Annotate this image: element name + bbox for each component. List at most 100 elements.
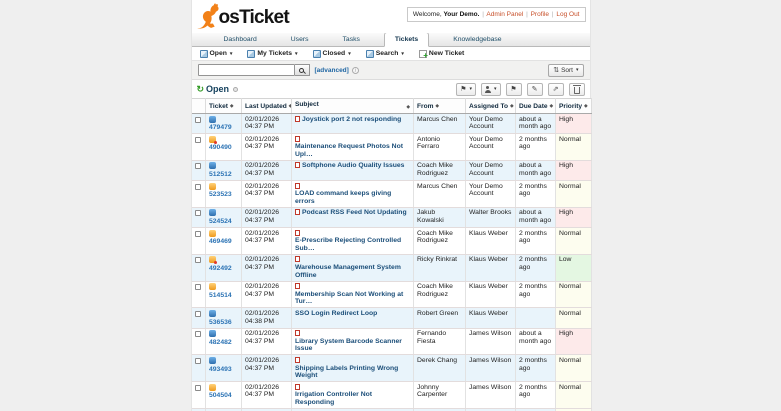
ticket-link[interactable]: 536536 xyxy=(209,319,232,326)
subnav-closed[interactable]: Closed ▾ xyxy=(312,49,351,58)
row-checkbox[interactable] xyxy=(194,210,201,217)
subject-link[interactable]: E-Prescribe Rejecting Controlled Sub… xyxy=(295,237,410,252)
due-date-cell: 2 months ago xyxy=(515,180,556,208)
subject-link[interactable]: SSO Login Redirect Loop xyxy=(295,310,377,318)
row-checkbox[interactable] xyxy=(194,310,201,317)
subject-link[interactable]: Softphone Audio Quality Issues xyxy=(302,162,404,170)
attachment-icon xyxy=(295,256,300,263)
search-button[interactable] xyxy=(294,64,310,76)
delete-button[interactable] xyxy=(568,82,585,96)
subject-link[interactable]: Warehouse Management System Offline xyxy=(295,264,410,279)
ticket-link[interactable]: 504504 xyxy=(209,392,232,399)
overdue-flag-button[interactable]: ⚑ xyxy=(505,82,522,96)
main-nav-tabs: Dashboard Users Tasks Tickets Knowledgeb… xyxy=(191,32,590,47)
subject-link[interactable]: Podcast RSS Feed Not Updating xyxy=(302,209,407,217)
subnav-my-tickets[interactable]: My Tickets ▾ xyxy=(247,49,298,58)
ticket-link[interactable]: 479479 xyxy=(209,124,232,131)
row-checkbox[interactable] xyxy=(194,331,201,338)
from-cell: Derek Chang xyxy=(413,354,466,383)
ticket-link[interactable]: 493493 xyxy=(209,366,232,373)
col-subject[interactable]: Subject ◆ xyxy=(291,98,414,114)
tab-users[interactable]: Users xyxy=(281,33,319,46)
assigned-to-cell: Your Demo Account xyxy=(465,133,516,161)
col-ticket[interactable]: Ticket ◆ xyxy=(205,98,242,114)
profile-link[interactable]: Profile xyxy=(531,11,549,18)
subject-link[interactable]: Irrigation Controller Not Responding xyxy=(295,391,410,406)
ticket-row: 482482 02/01/2026 04:37 PM Library System … xyxy=(191,328,592,356)
due-date-cell: 2 months ago xyxy=(515,281,556,309)
refresh-icon[interactable]: ↻ xyxy=(197,84,205,94)
ticket-link[interactable]: 523523 xyxy=(209,191,232,198)
row-checkbox[interactable] xyxy=(194,116,201,123)
subject-link[interactable]: Shipping Labels Printing Wrong Weight xyxy=(295,365,410,380)
search-input[interactable] xyxy=(197,64,295,76)
subject-link[interactable]: Joystick port 2 not responding xyxy=(302,116,401,124)
kangaroo-logo-icon xyxy=(196,3,219,29)
subnav-new-ticket[interactable]: New Ticket xyxy=(418,49,464,60)
col-subject-label: Subject xyxy=(295,101,319,108)
subnav-search-label: Search xyxy=(375,50,399,57)
subject-link[interactable]: Membership Scan Not Working at Tur… xyxy=(295,291,410,306)
subject-link[interactable]: LOAD command keeps giving errors xyxy=(295,190,410,205)
checkbox-cell xyxy=(191,254,206,282)
queue-config-icon[interactable] xyxy=(233,86,239,92)
row-checkbox[interactable] xyxy=(194,183,201,190)
row-checkbox[interactable] xyxy=(194,257,201,264)
col-assigned-to[interactable]: Assigned To ◆ xyxy=(465,98,516,114)
subnav-search[interactable]: Search ▾ xyxy=(365,49,404,58)
last-updated-cell: 02/01/2026 04:37 PM xyxy=(241,207,292,229)
ticket-link[interactable]: 482482 xyxy=(209,339,232,346)
ticket-cell: 514514 xyxy=(205,281,242,309)
subnav-closed-label: Closed xyxy=(322,50,346,57)
subject-link[interactable]: Maintenance Request Photos Not Upl… xyxy=(295,143,410,158)
col-priority[interactable]: Priority ◆ xyxy=(555,98,592,114)
tab-tasks[interactable]: Tasks xyxy=(333,33,370,46)
attachment-icon xyxy=(295,229,300,236)
col-due-date[interactable]: Due Date ◆ xyxy=(515,98,556,114)
subnav-open-label: Open xyxy=(209,50,227,57)
row-checkbox[interactable] xyxy=(194,357,201,364)
ticket-link[interactable]: 469469 xyxy=(209,238,232,245)
last-updated-cell: 02/01/2026 04:37 PM xyxy=(241,113,292,135)
row-checkbox[interactable] xyxy=(194,163,201,170)
logout-link[interactable]: Log Out xyxy=(556,11,579,18)
attachment-icon xyxy=(295,182,300,189)
row-checkbox[interactable] xyxy=(194,136,201,143)
ticket-state-icon-orange-red xyxy=(209,256,217,265)
subject-link[interactable]: Library System Barcode Scanner Issue xyxy=(295,338,410,353)
subnav-open[interactable]: Open ▾ xyxy=(199,49,232,58)
col-last-updated[interactable]: Last Updated◆ xyxy=(241,98,292,114)
priority-cell: Low xyxy=(555,254,592,282)
attachment-icon xyxy=(295,115,300,122)
last-updated-cell: 02/01/2026 04:37 PM xyxy=(241,354,292,383)
tab-dashboard[interactable]: Dashboard xyxy=(214,33,267,46)
ticket-row: 469469 02/01/2026 04:37 PM E-Prescribe Rej… xyxy=(191,227,592,255)
tab-tickets[interactable]: Tickets xyxy=(383,32,430,47)
welcome-user: Your Demo. xyxy=(443,11,480,18)
due-date-cell: about a month ago xyxy=(515,160,556,182)
table-header-row: Ticket◆ Last Updated◆ Subject◆ From◆ Ass… xyxy=(191,98,592,114)
due-date-cell: 2 months ago xyxy=(515,254,556,282)
ticket-link[interactable]: 490490 xyxy=(209,144,232,151)
separator: | xyxy=(526,11,528,18)
ticket-link[interactable]: 514514 xyxy=(209,292,232,299)
export-button[interactable]: ⇗ xyxy=(547,82,564,96)
row-checkbox[interactable] xyxy=(194,384,201,391)
ticket-link[interactable]: 492492 xyxy=(209,265,232,272)
edit-button[interactable]: ✎ xyxy=(526,82,543,96)
ticket-link[interactable]: 512512 xyxy=(209,171,232,178)
caret-down-icon: ▾ xyxy=(401,50,404,57)
tab-knowledgebase[interactable]: Knowledgebase xyxy=(443,33,511,46)
sort-indicator-icon: ◆ xyxy=(435,102,439,108)
admin-panel-link[interactable]: Admin Panel xyxy=(486,11,523,18)
from-cell: Coach Mike Rodriguez xyxy=(413,160,466,182)
col-last-updated-label: Last Updated xyxy=(245,102,287,110)
sort-button[interactable]: ⇅ Sort ▾ xyxy=(548,63,584,77)
ticket-link[interactable]: 524524 xyxy=(209,218,232,225)
row-checkbox[interactable] xyxy=(194,230,201,237)
col-from[interactable]: From ◆ xyxy=(413,98,466,114)
row-checkbox[interactable] xyxy=(194,284,201,291)
flag-dropdown-button[interactable]: ⚑ ▾ xyxy=(456,82,476,96)
advanced-search-link[interactable]: [advanced] xyxy=(315,67,349,74)
assign-dropdown-button[interactable]: ▾ xyxy=(480,82,501,96)
